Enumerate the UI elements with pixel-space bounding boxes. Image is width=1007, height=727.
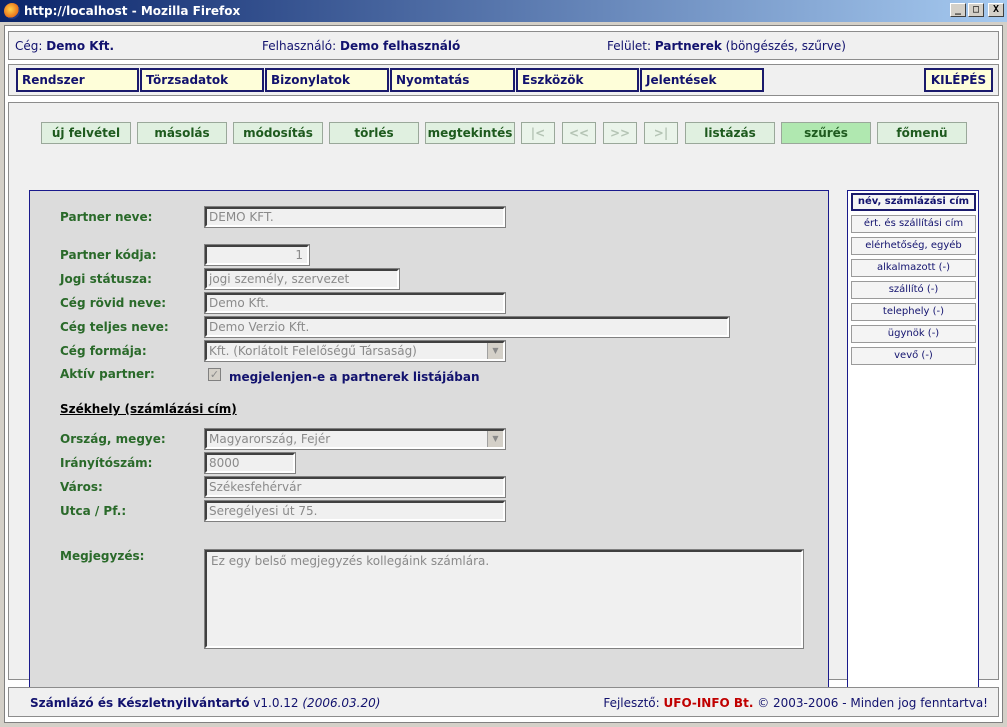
info-bar: Cég: Demo Kft. Felhasználó: Demo felhasz… [8,31,999,60]
partner-form: Partner neve: DEMO KFT. Partner kódja: 1… [29,190,829,690]
developer-label: Fejlesztő: [603,696,660,710]
copy-button[interactable]: másolás [137,122,227,144]
active-partner-text: megjelenjen-e a partnerek listájában [229,370,480,384]
next-record-button[interactable]: >> [603,122,637,144]
main-panel: új felvétel másolás módosítás törlés meg… [8,102,999,690]
window-titlebar: http://localhost - Mozilla Firefox _ □ X [0,0,1007,22]
company-name: Demo Kft. [46,39,115,53]
menu-eszkozok[interactable]: Eszközök [516,68,639,92]
street-label: Utca / Pf.: [60,504,127,518]
window-title: http://localhost - Mozilla Firefox [24,4,241,18]
app-name: Számlázó és Készletnyilvántartó [30,696,250,710]
city-label: Város: [60,480,103,494]
app-date: (2006.03.20) [302,696,381,710]
delete-button[interactable]: törlés [329,122,419,144]
user-info: Felhasználó: Demo felhasználó [262,39,461,53]
surface-info: Felület: Partnerek (böngészés, szűrve) [607,39,846,53]
partner-name-field[interactable]: DEMO KFT. [204,206,506,228]
partner-code-field[interactable]: 1 [204,244,310,266]
company-form-label: Cég formája: [60,344,147,358]
new-record-button[interactable]: új felvétel [41,122,131,144]
tab-site[interactable]: telephely (-) [851,303,976,321]
close-button[interactable]: X [988,3,1004,17]
country-label: Ország, megye: [60,432,166,446]
surface-name: Partnerek [654,39,722,53]
filter-button[interactable]: szűrés [781,122,871,144]
firefox-icon [4,3,20,19]
legal-status-label: Jogi státusza: [60,272,152,286]
street-field[interactable]: Seregélyesi út 75. [204,500,506,522]
first-record-button[interactable]: |< [521,122,555,144]
copyright: © 2003-2006 - Minden jog fenntartva! [757,696,988,710]
tab-agent[interactable]: ügynök (-) [851,325,976,343]
headquarters-title: Székhely (számlázási cím) [60,402,237,416]
full-name-label: Cég teljes neve: [60,320,169,334]
active-partner-label: Aktív partner: [60,367,155,381]
chevron-down-icon: ▼ [487,431,503,447]
edit-button[interactable]: módosítás [233,122,323,144]
chevron-down-icon: ▼ [487,343,503,359]
main-menu-button[interactable]: főmenü [877,122,967,144]
tab-name-billing-address[interactable]: név, számlázási cím [851,193,976,211]
active-partner-checkbox[interactable]: ✓ [208,368,221,381]
tab-contact-other[interactable]: elérhetőség, egyéb [851,237,976,255]
partner-code-label: Partner kódja: [60,248,157,262]
side-tabs: név, számlázási cím ért. és szállítási c… [847,190,979,690]
short-name-label: Cég rövid neve: [60,296,167,310]
city-field[interactable]: Székesfehérvár [204,476,506,498]
country-value: Magyarország, Fejér [209,432,331,446]
app-version: v1.0.12 [253,696,299,710]
short-name-field[interactable]: Demo Kft. [204,292,506,314]
partner-name-label: Partner neve: [60,210,153,224]
note-label: Megjegyzés: [60,549,145,563]
developer-name[interactable]: UFO-INFO Bt. [664,696,754,710]
note-textarea[interactable]: Ez egy belső megjegyzés kollegáink száml… [204,549,804,649]
browser-content: Cég: Demo Kft. Felhasználó: Demo felhasz… [4,25,1003,723]
company-form-select[interactable]: Kft. (Korlátolt Felelőségű Társaság) ▼ [204,340,506,362]
menu-rendszer[interactable]: Rendszer [16,68,139,92]
company-form-value: Kft. (Korlátolt Felelőségű Társaság) [209,344,417,358]
last-record-button[interactable]: >| [644,122,678,144]
legal-status-field[interactable]: jogi személy, szervezet [204,268,400,290]
menu-jelentesek[interactable]: Jelentések [640,68,764,92]
menu-nyomtatas[interactable]: Nyomtatás [390,68,515,92]
tab-supplier[interactable]: szállító (-) [851,281,976,299]
tab-employee[interactable]: alkalmazott (-) [851,259,976,277]
menu-bizonylatok[interactable]: Bizonylatok [265,68,389,92]
maximize-button[interactable]: □ [968,3,984,17]
zip-field[interactable]: 8000 [204,452,296,474]
menu-bar: Rendszer Törzsadatok Bizonylatok Nyomtat… [8,64,999,96]
developer-info: Fejlesztő: UFO-INFO Bt. © 2003-2006 - Mi… [603,696,988,710]
full-name-field[interactable]: Demo Verzio Kft. [204,316,730,338]
prev-record-button[interactable]: << [562,122,596,144]
company-info: Cég: Demo Kft. [15,39,115,53]
tab-notification-shipping-address[interactable]: ért. és szállítási cím [851,215,976,233]
minimize-button[interactable]: _ [950,3,966,17]
view-button[interactable]: megtekintés [425,122,515,144]
country-select[interactable]: Magyarország, Fejér ▼ [204,428,506,450]
footer: Számlázó és Készletnyilvántartó v1.0.12 … [8,687,999,717]
exit-button[interactable]: KILÉPÉS [924,68,993,92]
app-info: Számlázó és Készletnyilvántartó v1.0.12 … [30,696,380,710]
zip-label: Irányítószám: [60,456,153,470]
list-button[interactable]: listázás [685,122,775,144]
tab-customer[interactable]: vevő (-) [851,347,976,365]
menu-torzsadatok[interactable]: Törzsadatok [140,68,264,92]
user-name: Demo felhasználó [339,39,461,53]
